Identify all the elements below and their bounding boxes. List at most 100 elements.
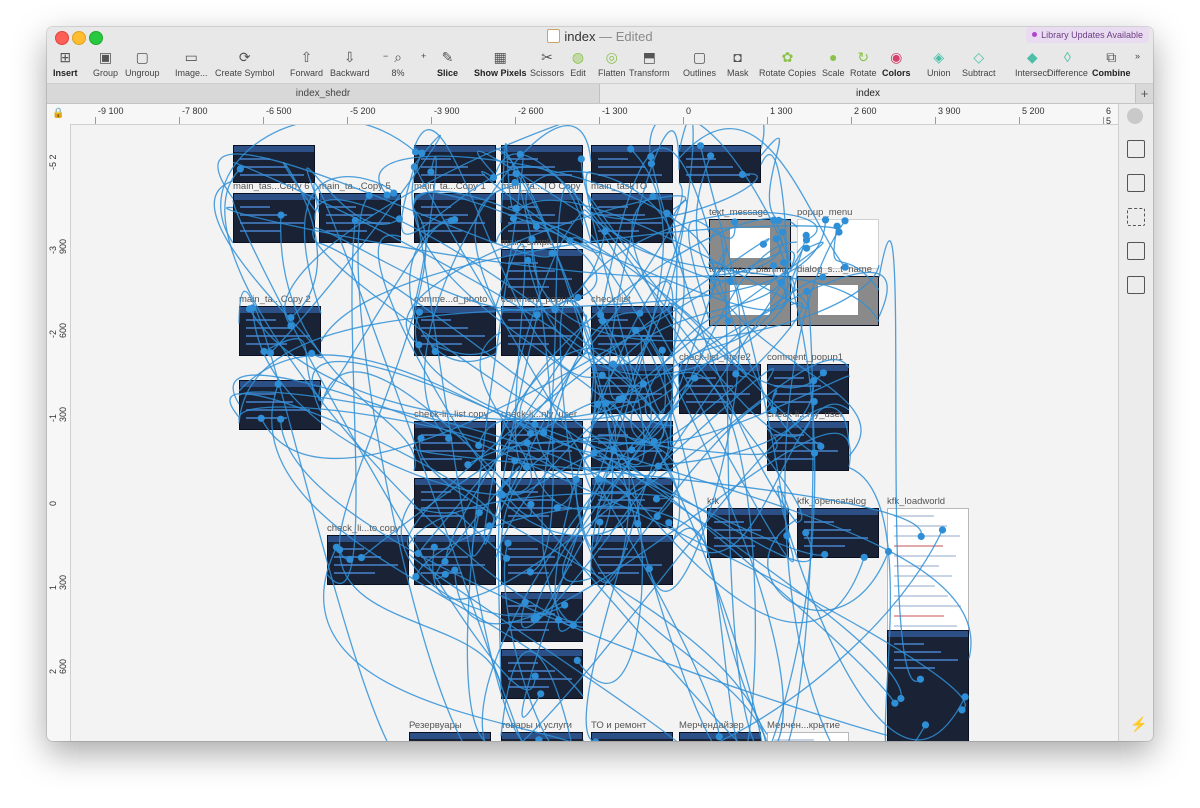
edit-artboard-icon[interactable] <box>1127 242 1145 260</box>
link-hotspot[interactable] <box>596 518 604 526</box>
tool-subtract[interactable]: ◇ Subtract <box>962 49 996 78</box>
link-hotspot[interactable] <box>415 308 423 316</box>
prototype-link[interactable] <box>409 218 497 363</box>
link-hotspot[interactable] <box>277 415 285 423</box>
link-hotspot[interactable] <box>738 170 747 179</box>
tool-mask[interactable]: ◘ Mask <box>727 49 749 78</box>
link-hotspot[interactable] <box>819 273 827 281</box>
tool-scissors[interactable]: ✂ Scissors <box>530 49 564 78</box>
link-hotspot[interactable] <box>592 738 600 741</box>
prototype-link[interactable] <box>377 234 533 516</box>
link-hotspot[interactable] <box>817 442 825 450</box>
tool-outlines[interactable]: ▢ Outlines <box>683 49 716 78</box>
zoom-out-button[interactable]: − <box>383 51 388 61</box>
link-hotspot[interactable] <box>696 142 705 150</box>
tool-forward[interactable]: ⇧ Forward <box>290 49 323 78</box>
link-hotspot[interactable] <box>287 314 295 322</box>
link-hotspot[interactable] <box>504 539 512 547</box>
link-hotspot[interactable] <box>802 236 811 244</box>
link-hotspot[interactable] <box>759 240 768 248</box>
link-hotspot[interactable] <box>390 189 398 197</box>
link-hotspot[interactable] <box>383 191 391 199</box>
link-hotspot[interactable] <box>627 145 635 153</box>
link-hotspot[interactable] <box>833 222 841 230</box>
link-hotspot[interactable] <box>521 598 529 606</box>
prototype-link[interactable] <box>232 200 536 691</box>
link-hotspot[interactable] <box>365 191 373 200</box>
tool-ungroup[interactable]: ▢ Ungroup <box>125 49 160 78</box>
link-hotspot[interactable] <box>427 168 435 176</box>
link-hotspot[interactable] <box>357 554 365 562</box>
link-hotspot[interactable] <box>336 546 344 554</box>
link-hotspot[interactable] <box>464 461 472 469</box>
link-hotspot[interactable] <box>602 399 610 407</box>
tool-rotate-copies[interactable]: ✿ Rotate Copies <box>759 49 816 78</box>
select-icon[interactable] <box>1127 208 1145 226</box>
add-image-icon[interactable] <box>1127 276 1145 294</box>
tab-index-shedr[interactable]: index_shedr <box>47 84 600 103</box>
link-hotspot[interactable] <box>821 550 829 559</box>
link-hotspot[interactable] <box>726 277 734 286</box>
link-hotspot[interactable] <box>897 694 905 703</box>
link-hotspot[interactable] <box>236 165 244 173</box>
tool-show-pixels[interactable]: ▦ Show Pixels <box>474 49 527 78</box>
prototype-link[interactable] <box>635 329 768 735</box>
link-hotspot[interactable] <box>523 439 531 447</box>
link-hotspot[interactable] <box>647 153 655 161</box>
link-hotspot[interactable] <box>819 369 828 377</box>
horizontal-ruler[interactable]: -9 100 -7 800 -6 500 -5 200 -3 900 -2 600 -1 3… <box>70 104 1118 125</box>
link-hotspot[interactable] <box>860 553 868 561</box>
add-tab-button[interactable]: + <box>1135 84 1153 103</box>
lock-guides-icon[interactable]: 🔒 <box>47 104 71 125</box>
link-hotspot[interactable] <box>526 568 534 576</box>
tool-transform[interactable]: ⬒ Transform <box>629 49 670 78</box>
link-hotspot[interactable] <box>445 434 453 442</box>
link-hotspot[interactable] <box>724 317 732 325</box>
tool-image-[interactable]: ▭ Image... <box>175 49 208 78</box>
export-icon[interactable] <box>1127 140 1145 158</box>
link-hotspot[interactable] <box>731 218 739 226</box>
tool-difference[interactable]: ◊ Difference <box>1047 49 1088 78</box>
link-hotspot[interactable] <box>594 475 603 483</box>
tool-rotate[interactable]: ↻ Rotate <box>850 49 877 78</box>
tool-8%[interactable]: ⌕ 8% <box>389 49 407 78</box>
link-hotspot[interactable] <box>266 349 275 357</box>
tool-union[interactable]: ◈ Union <box>927 49 951 78</box>
link-hotspot[interactable] <box>415 341 423 349</box>
link-hotspot[interactable] <box>277 211 285 219</box>
link-hotspot[interactable] <box>891 699 899 707</box>
link-hotspot[interactable] <box>821 216 830 224</box>
tool-insert[interactable]: ⊞ Insert <box>53 49 78 78</box>
inspector-top-icon[interactable] <box>1127 108 1143 124</box>
link-hotspot[interactable] <box>958 706 966 714</box>
link-hotspot[interactable] <box>489 173 498 182</box>
link-hotspot[interactable] <box>654 462 663 470</box>
link-hotspot[interactable] <box>938 526 947 534</box>
link-hotspot[interactable] <box>574 293 582 302</box>
tool-combine[interactable]: ⧉ Combine <box>1092 49 1131 78</box>
link-hotspot[interactable] <box>561 601 569 609</box>
link-hotspot[interactable] <box>652 495 661 503</box>
prototype-link[interactable] <box>413 208 540 741</box>
link-hotspot[interactable] <box>573 656 581 665</box>
canvas[interactable]: main_tas...Copy 6 main_ta...Copy 5 main_ta… <box>71 125 1118 741</box>
link-hotspot[interactable] <box>503 554 511 562</box>
link-hotspot[interactable] <box>841 217 849 225</box>
lightning-icon[interactable]: ⚡ <box>1130 716 1147 733</box>
zoom-in-button[interactable]: + <box>421 51 426 61</box>
link-hotspot[interactable] <box>841 263 849 271</box>
link-hotspot[interactable] <box>802 529 810 537</box>
tool-create-symbol[interactable]: ⟳ Create Symbol <box>215 49 275 78</box>
vertical-ruler[interactable]: -5 2 -3 900 -2 600 -1 300 0 1 300 2 600 3 900 <box>47 124 71 741</box>
link-hotspot[interactable] <box>441 570 449 578</box>
link-hotspot[interactable] <box>917 532 925 540</box>
link-hotspot[interactable] <box>650 437 658 446</box>
prototype-link[interactable] <box>220 125 416 244</box>
prototype-link[interactable] <box>833 226 880 291</box>
link-hotspot[interactable] <box>577 155 585 163</box>
link-hotspot[interactable] <box>531 420 539 429</box>
link-hotspot[interactable] <box>628 446 636 454</box>
tab-index[interactable]: index <box>600 84 1136 103</box>
link-hotspot[interactable] <box>803 244 811 252</box>
link-hotspot[interactable] <box>430 543 438 551</box>
